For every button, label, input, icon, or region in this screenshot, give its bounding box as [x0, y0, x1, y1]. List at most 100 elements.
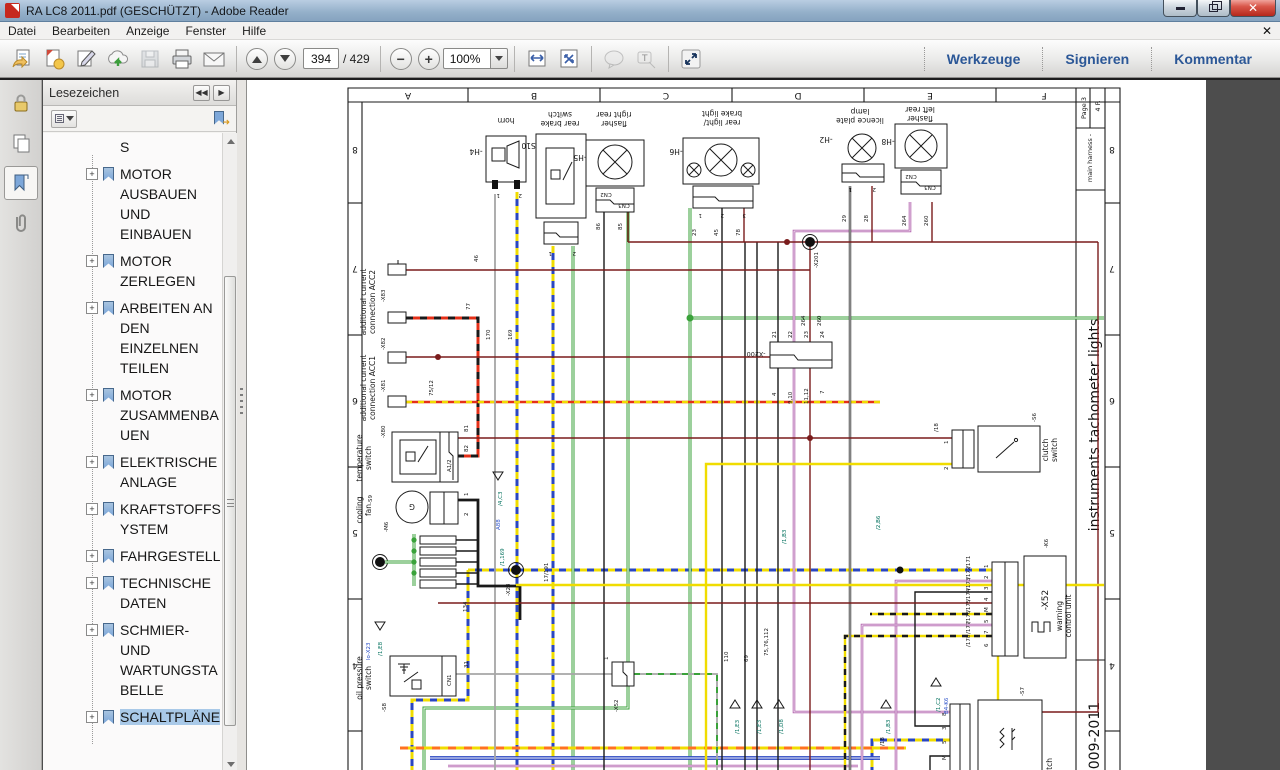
svg-text:flasher: flasher — [906, 114, 933, 123]
expand-plus-icon[interactable]: + — [86, 711, 98, 723]
security-lock-icon[interactable] — [4, 86, 38, 120]
fit-page-icon[interactable] — [556, 46, 582, 72]
scrollbar-thumb[interactable] — [224, 276, 236, 726]
bookmark-item-arbeiten[interactable]: + ARBEITEN AN DEN EINZELNEN TEILEN — [43, 298, 222, 378]
svg-text:-S6: -S6 — [1032, 413, 1038, 422]
bookmark-item-technische-daten[interactable]: + TECHNISCHE DATEN — [43, 573, 222, 613]
svg-text:8: 8 — [1109, 144, 1115, 154]
svg-text:81: 81 — [464, 425, 470, 432]
title-bar[interactable]: RA LC8 2011.pdf (GESCHÜTZT) - Adobe Read… — [0, 0, 1280, 22]
zoom-dropdown-button[interactable] — [491, 48, 508, 69]
bookmark-item-kraftstoffsystem[interactable]: + KRAFTSTOFFSYSTEM — [43, 499, 222, 539]
panel-menu-arrow-icon[interactable]: ▶ — [213, 85, 230, 101]
page-number-input[interactable]: 394 — [303, 48, 339, 69]
zoom-out-button[interactable]: − — [390, 48, 412, 70]
chevron-down-icon — [495, 56, 503, 65]
pdf-page[interactable]: A B C D E F 8 7 6 5 4 8 7 6 5 4 — [247, 80, 1206, 770]
collapse-panel-icon[interactable]: ◀◀ — [193, 85, 210, 101]
expand-plus-icon[interactable]: + — [86, 503, 98, 515]
svg-text:2: 2 — [984, 576, 990, 580]
expand-plus-icon[interactable]: + — [86, 168, 98, 180]
svg-text:1: 1 — [849, 186, 853, 192]
scroll-up-icon[interactable] — [223, 133, 238, 148]
minimize-button[interactable] — [1163, 0, 1197, 17]
open-file-icon[interactable] — [9, 46, 35, 72]
scroll-down-icon[interactable] — [223, 757, 238, 770]
navigation-pane-tabs — [0, 80, 42, 770]
attachments-paperclip-icon[interactable] — [4, 206, 38, 240]
bookmark-ribbon-icon — [103, 167, 114, 181]
fullscreen-icon[interactable] — [678, 46, 704, 72]
restore-button[interactable] — [1197, 0, 1230, 17]
kommentar-button[interactable]: Kommentar — [1152, 46, 1274, 72]
zoom-in-button[interactable]: + — [418, 48, 440, 70]
bookmark-item-motor-zusammenbauen[interactable]: + MOTOR ZUSAMMENBAUEN — [43, 385, 222, 445]
signieren-button[interactable]: Signieren — [1043, 46, 1151, 72]
svg-text:-X201: -X201 — [814, 252, 820, 268]
expand-plus-icon[interactable]: + — [86, 550, 98, 562]
svg-text:260: 260 — [817, 315, 823, 326]
component-clutch-switch: -S6 clutchswitch 1 2 /18 — [934, 413, 1059, 472]
panel-splitter[interactable] — [237, 80, 247, 770]
bookmark-item-fahrgestell[interactable]: + FAHRGESTELL — [43, 546, 222, 566]
svg-text:D: D — [794, 90, 801, 100]
svg-text:29: 29 — [842, 215, 848, 222]
expand-plus-icon[interactable]: + — [86, 389, 98, 401]
menu-datei[interactable]: Datei — [0, 23, 44, 39]
menu-bearbeiten[interactable]: Bearbeiten — [44, 23, 118, 39]
svg-text:45: 45 — [714, 229, 720, 236]
svg-text:170: 170 — [486, 329, 492, 340]
close-document-icon[interactable]: ✕ — [1262, 24, 1272, 38]
upload-cloud-icon[interactable] — [105, 46, 131, 72]
svg-text:/18: /18 — [880, 737, 886, 746]
next-page-button[interactable] — [274, 48, 296, 70]
bookmark-item-schmier-wartung[interactable]: + SCHMIER- UND WARTUNGSTABELLE — [43, 620, 222, 700]
expand-plus-icon[interactable]: + — [86, 456, 98, 468]
svg-text:/178: /178 — [966, 634, 972, 647]
bookmark-item-elektrische-anlage[interactable]: + ELEKTRISCHE ANLAGE — [43, 452, 222, 492]
svg-text:5: 5 — [352, 527, 358, 537]
menu-hilfe[interactable]: Hilfe — [234, 23, 274, 39]
bookmarks-panel-icon[interactable] — [4, 166, 38, 200]
werkzeuge-button[interactable]: Werkzeuge — [925, 46, 1043, 72]
bookmarks-scrollbar[interactable] — [222, 133, 237, 770]
svg-text:24: 24 — [820, 331, 826, 338]
svg-text:8: 8 — [352, 144, 358, 154]
svg-text:6: 6 — [984, 643, 990, 647]
svg-text:6: 6 — [1109, 395, 1115, 405]
menu-anzeige[interactable]: Anzeige — [118, 23, 177, 39]
create-pdf-icon[interactable] — [41, 46, 67, 72]
svg-text:temperature: temperature — [355, 434, 364, 482]
window-title: RA LC8 2011.pdf (GESCHÜTZT) - Adobe Read… — [26, 4, 289, 18]
fit-width-icon[interactable] — [524, 46, 550, 72]
svg-text:5: 5 — [984, 619, 990, 623]
email-icon[interactable] — [201, 46, 227, 72]
svg-text:-H4: -H4 — [469, 147, 482, 156]
svg-text:4: 4 — [984, 597, 990, 601]
bookmark-item-motor-zerlegen[interactable]: + MOTOR ZERLEGEN — [43, 251, 222, 291]
bookmark-item-motor-ausbauen[interactable]: + MOTOR AUSBAUEN UND EINBAUEN — [43, 164, 222, 244]
bookmark-item-schaltplaene[interactable]: + SCHALTPLÄNE — [43, 707, 222, 727]
expand-plus-icon[interactable]: + — [86, 624, 98, 636]
previous-page-button[interactable] — [246, 48, 268, 70]
expand-plus-icon[interactable]: + — [86, 577, 98, 589]
sign-document-icon[interactable] — [73, 46, 99, 72]
svg-text:switch: switch — [364, 666, 373, 690]
svg-text:/172: /172 — [966, 567, 972, 579]
expand-plus-icon[interactable]: + — [86, 302, 98, 314]
expand-plus-icon[interactable]: + — [86, 255, 98, 267]
svg-text:1: 1 — [549, 250, 553, 256]
svg-text:/175: /175 — [966, 599, 972, 612]
new-bookmark-icon[interactable]: ➜ — [212, 111, 228, 127]
bookmark-options-icon[interactable] — [51, 110, 77, 128]
svg-text:-K6: -K6 — [1044, 538, 1050, 548]
svg-text:23: 23 — [692, 229, 698, 236]
zoom-level-input[interactable]: 100% — [443, 48, 491, 69]
close-button[interactable]: ✕ — [1230, 0, 1276, 17]
menu-fenster[interactable]: Fenster — [177, 23, 234, 39]
svg-text:switch: switch — [548, 110, 572, 119]
bookmark-item-partial[interactable]: S — [43, 137, 222, 157]
svg-text:6: 6 — [352, 395, 358, 405]
print-icon[interactable] — [169, 46, 195, 72]
page-thumbnails-icon[interactable] — [4, 126, 38, 160]
